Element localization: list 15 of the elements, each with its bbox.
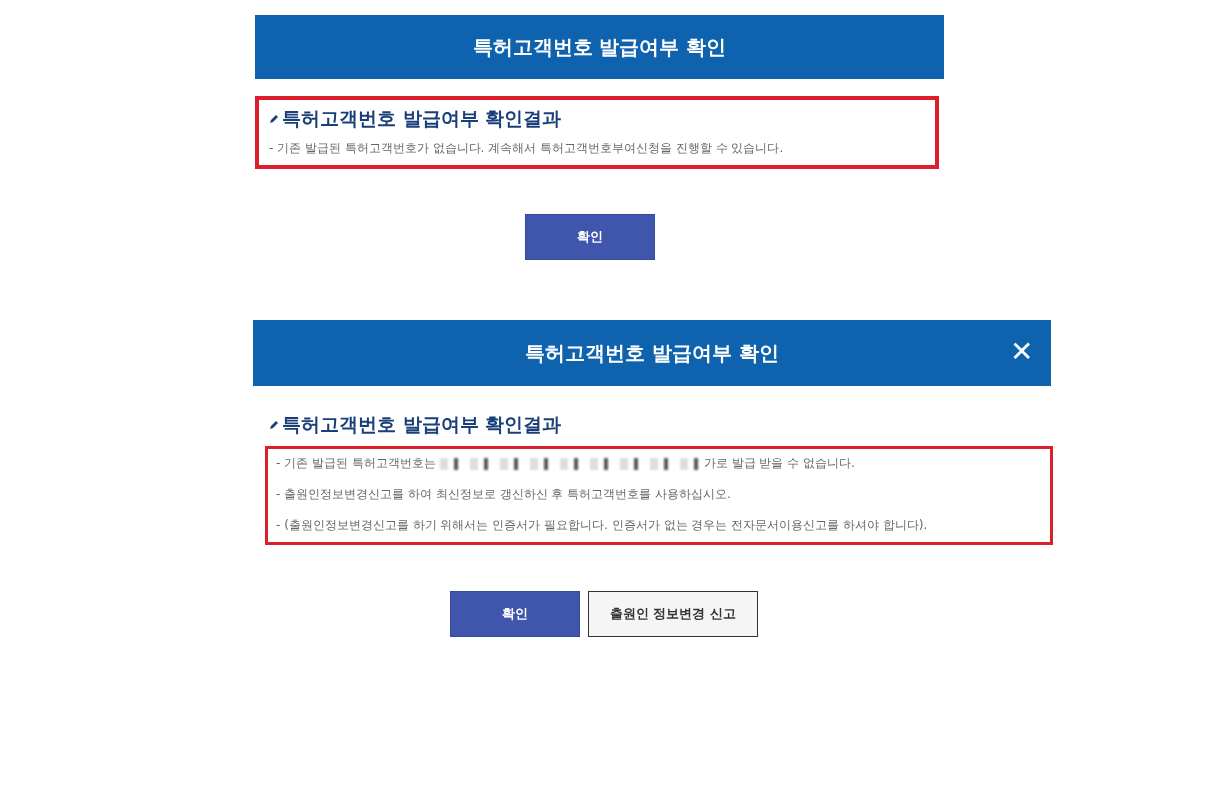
result-title: 특허고객번호 발급여부 확인결과 bbox=[282, 106, 562, 131]
message-text: - 기존 발급된 특허고객번호는 bbox=[276, 455, 436, 472]
report-button[interactable]: 출원인 정보변경 신고 bbox=[588, 591, 758, 637]
message-text: 가로 발급 받을 수 없습니다. bbox=[703, 455, 855, 472]
result-title: 특허고객번호 발급여부 확인결과 bbox=[282, 412, 562, 437]
dialog-title: 특허고객번호 발급여부 확인 bbox=[525, 339, 779, 367]
message-text: - 출원인정보변경신고를 하여 최신정보로 갱신하신 후 특허고객번호를 사용하십시오. bbox=[276, 486, 731, 503]
message-text: - 기존 발급된 특허고객번호가 없습니다. 계속해서 특허고객번호부여신청을 진행할 수 있습니다. bbox=[269, 140, 784, 157]
message-text: - (출원인정보변경신고를 하기 위해서는 인증서가 필요합니다. 인증서가 없는 경우는 전자문서이용신고를 하셔야 합니다). bbox=[276, 517, 928, 534]
pencil-icon bbox=[269, 114, 279, 124]
confirm-button[interactable]: 확인 bbox=[524, 214, 655, 260]
dialog-title: 특허고객번호 발급여부 확인 bbox=[472, 33, 727, 61]
close-button[interactable]: ✕ bbox=[1006, 334, 1037, 370]
confirm-button[interactable]: 확인 bbox=[450, 591, 580, 637]
pencil-icon bbox=[269, 420, 279, 430]
